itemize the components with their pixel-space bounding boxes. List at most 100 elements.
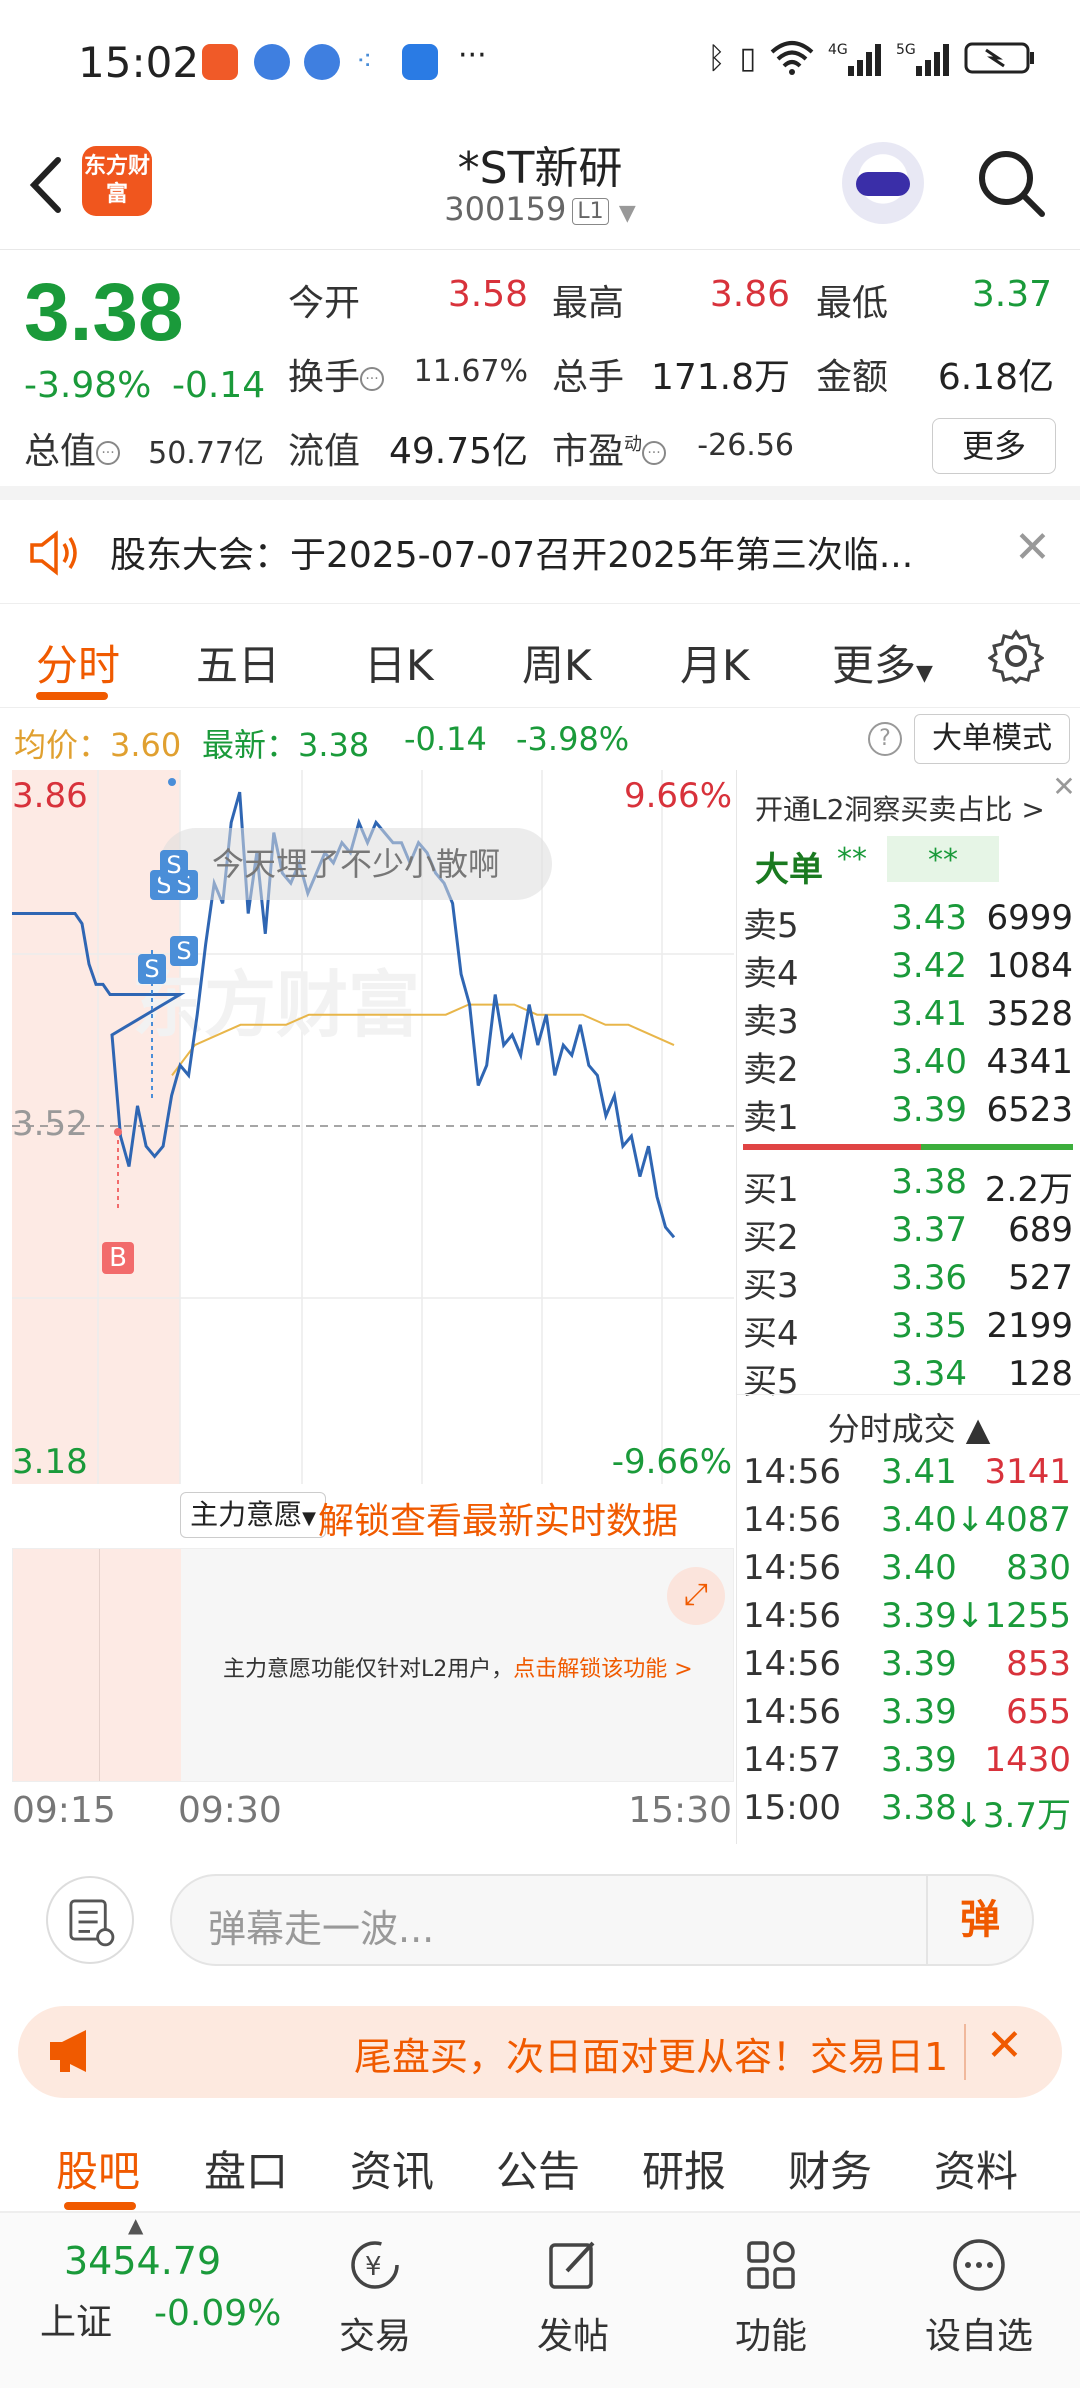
trade-row[interactable]: 14:56 3.40 830 <box>737 1548 1080 1596</box>
ask-price: 3.40 <box>891 1042 967 1082</box>
close-icon[interactable]: ✕ <box>1049 770 1079 803</box>
tab-more[interactable]: 更多▼ <box>832 632 933 693</box>
trade-row[interactable]: 14:56 3.40 ↓4087 <box>737 1500 1080 1548</box>
sell-marker[interactable]: S <box>160 850 188 880</box>
ask-price: 3.42 <box>891 946 967 986</box>
notice-banner[interactable]: 股东大会：于2025-07-07召开2025年第三次临... ✕ <box>0 500 1080 604</box>
ask-label: 卖2 <box>743 1050 799 1090</box>
trade-row[interactable]: 14:56 3.39 853 <box>737 1644 1080 1692</box>
trade-time: 15:00 <box>743 1788 841 1828</box>
more-button[interactable]: 更多 <box>932 418 1056 474</box>
tab-monthly-k[interactable]: 月K <box>680 632 750 693</box>
float-cap-value: 49.75亿 <box>388 431 528 472</box>
l2-upsell-link[interactable]: 开通L2洞察买卖占比 > <box>755 788 1045 828</box>
tab-daily-k[interactable]: 日K <box>364 632 434 693</box>
expand-icon[interactable]: ⤢ <box>667 1567 725 1625</box>
unlock-feature-link[interactable]: 点击解锁该功能 > <box>513 1657 692 1682</box>
ask-label: 卖1 <box>743 1098 799 1138</box>
ask-label: 卖5 <box>743 906 799 946</box>
ask-row[interactable]: 卖4 3.42 1084 <box>737 946 1080 994</box>
tab-news[interactable]: 资讯 <box>350 2138 434 2199</box>
trade-row[interactable]: 15:00 3.38 ↓3.7万 <box>737 1788 1080 1836</box>
unlock-realtime-link[interactable]: 解锁查看最新实时数据 <box>318 1492 678 1544</box>
info-icon[interactable]: ··· <box>360 367 385 391</box>
bid-volume: 527 <box>1008 1258 1073 1298</box>
intraday-chart[interactable]: 东方财富 3.86 3.52 3.18 9.66% -9.66% 今天埋了不少小… <box>12 770 734 1484</box>
promo-banner[interactable]: 尾盘买，次日面对更从容！交易日1 ✕ <box>18 2006 1062 2098</box>
more-notifications-icon: ··· <box>458 38 487 73</box>
notes-icon[interactable] <box>46 1876 134 1964</box>
danmu-input[interactable]: 弹幕走一波... 弹 <box>170 1874 1034 1966</box>
bid-label: 买2 <box>743 1218 799 1258</box>
trades-title[interactable]: 分时成交 ▲ <box>737 1404 1080 1450</box>
bid-row[interactable]: 买2 3.37 689 <box>737 1210 1080 1258</box>
more-circle-icon <box>953 2239 1005 2291</box>
settings-gear-icon[interactable] <box>988 628 1044 684</box>
info-icon[interactable]: ··· <box>96 441 121 465</box>
bid-price: 3.36 <box>891 1258 967 1298</box>
ask-volume: 6523 <box>986 1090 1073 1130</box>
market-cap-label: 总值 ··· <box>24 422 121 474</box>
app-notification-icon <box>254 44 290 80</box>
danmu-bubble: 今天埋了不少小散啊 <box>160 828 552 900</box>
tab-financials[interactable]: 财务 <box>788 2138 872 2199</box>
tab-profile[interactable]: 资料 <box>934 2138 1018 2199</box>
caret-up-icon: ▲ <box>128 2213 144 2237</box>
chevron-down-icon: ▼ <box>618 201 636 226</box>
tab-active-indicator <box>36 692 108 700</box>
ask-volume: 1084 <box>986 946 1073 986</box>
ask-price: 3.41 <box>891 994 967 1034</box>
big-order-mode-button[interactable]: 大单模式 <box>914 714 1070 764</box>
nav-add-watchlist-label: 设自选 <box>924 2316 1033 2357</box>
buy-marker[interactable]: B <box>102 1242 134 1274</box>
nav-add-watchlist[interactable]: 设自选 <box>904 2223 1054 2359</box>
ask-row[interactable]: 卖1 3.39 6523 <box>737 1090 1080 1138</box>
info-icon[interactable]: ··· <box>642 441 667 465</box>
close-icon[interactable]: ✕ <box>1014 522 1051 573</box>
y-axis-top-pct: 9.66% <box>623 776 732 816</box>
tab-pankou[interactable]: 盘口 <box>204 2138 288 2199</box>
vibrate-icon: ▯ <box>739 40 756 76</box>
danmu-toggle-button[interactable]: 弹 <box>926 1876 1032 1964</box>
bid-row[interactable]: 买3 3.36 527 <box>737 1258 1080 1306</box>
index-name: 上证 <box>40 2302 113 2343</box>
indicator-select[interactable]: 主力意愿▼ <box>180 1492 326 1538</box>
open-value: 3.58 <box>447 274 528 315</box>
tab-five-day[interactable]: 五日 <box>196 632 280 693</box>
trade-volume: 853 <box>1006 1644 1071 1684</box>
trade-row[interactable]: 14:56 3.39 655 <box>737 1692 1080 1740</box>
trade-price: 3.40 <box>881 1548 957 1588</box>
sell-marker[interactable]: S <box>170 936 198 966</box>
help-icon[interactable]: ? <box>868 722 902 756</box>
tab-active-indicator <box>64 2202 136 2210</box>
trade-volume: 830 <box>1006 1548 1071 1588</box>
nav-trade[interactable]: ¥ 交易 <box>300 2223 450 2359</box>
trade-row[interactable]: 14:57 3.39 1430 <box>737 1740 1080 1788</box>
nav-post[interactable]: 发帖 <box>498 2223 648 2359</box>
tab-weekly-k[interactable]: 周K <box>522 632 592 693</box>
trade-row[interactable]: 14:56 3.41 3141 <box>737 1452 1080 1500</box>
close-icon[interactable]: ✕ <box>986 2020 1023 2071</box>
volume-value: 171.8万 <box>650 357 790 398</box>
order-book: 开通L2洞察买卖占比 > ✕ 大单 ** ** 卖5 3.43 6999 卖4 3.42… <box>736 770 1080 1844</box>
tab-intraday[interactable]: 分时 <box>36 632 120 693</box>
app-notification-icon: ⁖ <box>356 44 373 77</box>
nav-functions[interactable]: 功能 <box>696 2223 846 2359</box>
tab-announcements[interactable]: 公告 <box>496 2138 580 2199</box>
tab-guba[interactable]: 股吧 <box>56 2138 140 2199</box>
ask-row[interactable]: 卖3 3.41 3528 <box>737 994 1080 1042</box>
tab-research[interactable]: 研报 <box>642 2138 726 2199</box>
trade-row[interactable]: 14:56 3.39 ↓1255 <box>737 1596 1080 1644</box>
open-label: 今开 <box>288 283 361 324</box>
sell-marker[interactable]: S <box>138 954 166 984</box>
time-label-close: 15:30 <box>628 1790 732 1831</box>
bid-row[interactable]: 买1 3.38 2.2万 <box>737 1162 1080 1210</box>
clock: 15:02 <box>78 38 200 87</box>
search-icon[interactable] <box>974 146 1048 220</box>
ask-row[interactable]: 卖5 3.43 6999 <box>737 898 1080 946</box>
bid-row[interactable]: 买4 3.35 2199 <box>737 1306 1080 1354</box>
caret-down-icon: ▼ <box>302 1508 316 1529</box>
edit-icon <box>549 2241 595 2289</box>
ai-assistant-icon[interactable] <box>842 142 924 224</box>
ask-row[interactable]: 卖2 3.40 4341 <box>737 1042 1080 1090</box>
